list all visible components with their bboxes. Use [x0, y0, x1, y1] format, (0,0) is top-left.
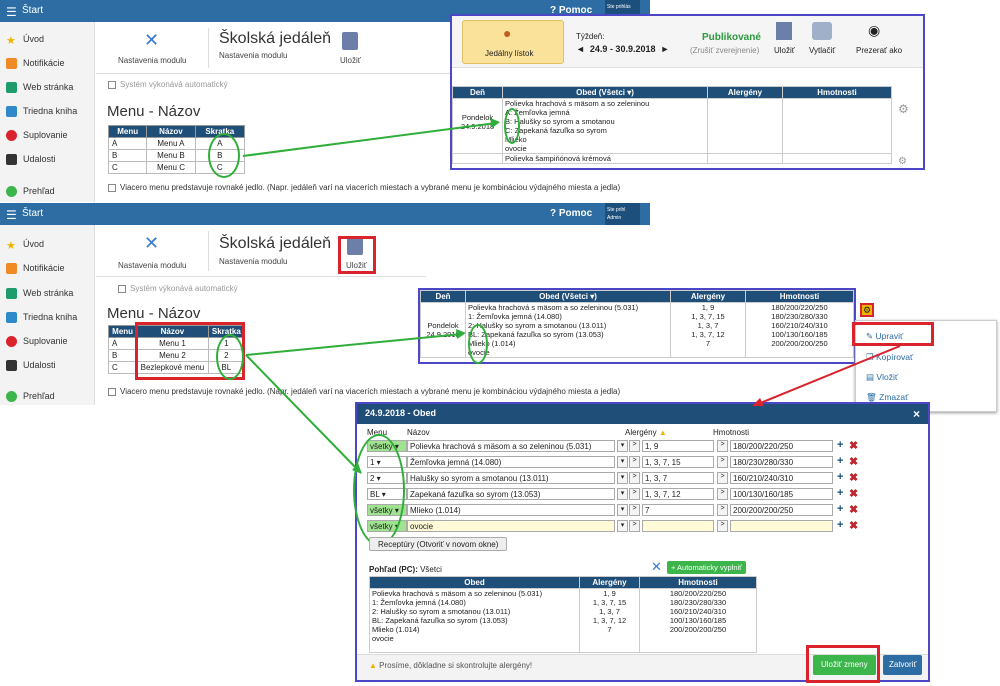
arrow-line	[242, 122, 497, 157]
annotation-arrows	[242, 118, 901, 474]
arrow-line	[245, 333, 463, 356]
arrow-line	[245, 354, 359, 471]
arrow-head	[490, 118, 500, 128]
arrow-head	[456, 329, 466, 339]
arrow-line	[757, 345, 901, 405]
